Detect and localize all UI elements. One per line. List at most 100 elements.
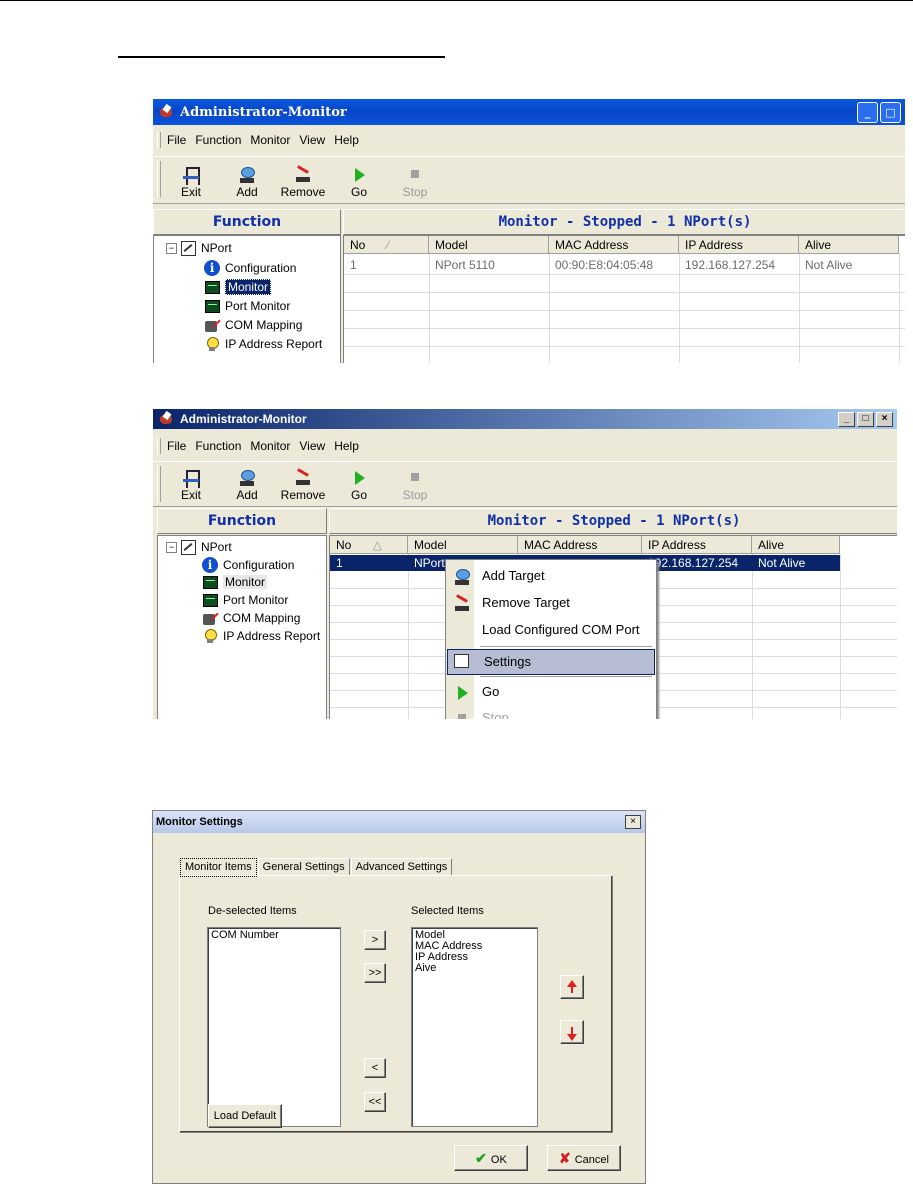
window-title: Administrator-Monitor	[180, 104, 347, 120]
tree-item-monitor[interactable]: Monitor	[204, 279, 272, 295]
cell-model: NPort	[414, 556, 445, 570]
info-icon	[202, 557, 218, 573]
menu-item-remove-target[interactable]: Remove Target	[446, 591, 656, 615]
menu-bar: File Function Monitor View Help	[153, 435, 897, 457]
selected-items-label: Selected Items	[411, 905, 484, 917]
function-tree: −NPort Configuration Monitor Port Monito…	[157, 535, 327, 719]
nport-icon	[180, 240, 196, 256]
selected-items-list[interactable]: Model MAC Address IP Address Aive	[411, 927, 538, 1127]
cell-alive: Not Alive	[805, 258, 853, 272]
tree-item-nport[interactable]: − NPort	[166, 240, 232, 256]
minimize-button[interactable]: _	[857, 102, 878, 123]
nport-icon	[180, 539, 196, 555]
move-left-button[interactable]: <	[364, 1058, 386, 1078]
dialog-close-button[interactable]: ×	[625, 815, 641, 829]
monitor-icon	[204, 279, 220, 295]
move-down-button[interactable]	[560, 1020, 584, 1044]
monitor-items-panel: De-selected Items Selected Items COM Num…	[179, 875, 613, 1133]
column-model[interactable]: Model	[429, 236, 549, 254]
move-all-left-button[interactable]: <<	[364, 1092, 386, 1112]
column-mac-address[interactable]: MAC Address	[518, 536, 642, 554]
column-mac-address[interactable]: MAC Address	[549, 236, 679, 254]
stop-icon	[405, 469, 425, 487]
tree-item-nport[interactable]: − NPort	[166, 539, 232, 555]
tree-item-ip-address-report[interactable]: IP Address Report	[202, 628, 320, 644]
minimize-button[interactable]: _	[838, 412, 855, 427]
exit-button[interactable]: Exit	[163, 469, 219, 502]
monitor-status-header: Monitor - Stopped - 1 NPort(s)	[343, 209, 905, 235]
add-button[interactable]: Add	[219, 166, 275, 199]
close-button[interactable]: ×	[876, 412, 893, 427]
tree-item-port-monitor[interactable]: Port Monitor	[202, 592, 288, 608]
stop-button[interactable]: Stop	[387, 465, 443, 502]
tab-advanced-settings[interactable]: Advanced Settings	[350, 858, 453, 876]
menu-file[interactable]: File	[167, 439, 186, 453]
port-monitor-icon	[204, 298, 220, 314]
load-default-button[interactable]: Load Default	[208, 1104, 282, 1128]
com-mapping-icon	[204, 317, 220, 333]
stop-button[interactable]: Stop	[387, 162, 443, 199]
tree-item-port-monitor[interactable]: Port Monitor	[204, 298, 290, 314]
add-icon	[452, 568, 470, 585]
title-bar[interactable]: Administrator-Monitor _ □ ×	[153, 409, 897, 429]
column-model[interactable]: Model	[408, 536, 518, 554]
menu-item-add-target[interactable]: Add Target	[446, 564, 656, 588]
move-all-right-button[interactable]: >>	[364, 963, 386, 983]
menu-help[interactable]: Help	[334, 439, 359, 453]
menu-function[interactable]: Function	[195, 439, 241, 453]
tab-general-settings[interactable]: General Settings	[257, 858, 350, 876]
tree-item-ip-address-report[interactable]: IP Address Report	[204, 336, 322, 352]
column-alive[interactable]: Alive	[752, 536, 840, 554]
list-item[interactable]: Aive	[415, 963, 534, 974]
list-item[interactable]: COM Number	[211, 930, 337, 941]
remove-button[interactable]: Remove	[275, 166, 331, 199]
cancel-button[interactable]: ✘ Cancel	[547, 1145, 621, 1171]
menu-item-go[interactable]: Go	[446, 680, 656, 704]
maximize-button[interactable]: □	[857, 412, 874, 427]
admin-monitor-window-2: Administrator-Monitor _ □ × File Functio…	[153, 409, 897, 719]
exit-icon	[181, 469, 201, 488]
menu-item-settings[interactable]: Settings	[447, 649, 655, 675]
column-alive[interactable]: Alive	[799, 236, 899, 254]
go-button[interactable]: Go	[331, 469, 387, 502]
column-ip-address[interactable]: IP Address	[679, 236, 799, 254]
menu-monitor[interactable]: Monitor	[250, 133, 290, 147]
menu-help[interactable]: Help	[334, 133, 359, 147]
remove-button[interactable]: Remove	[275, 469, 331, 502]
cell-model: NPort 5110	[435, 258, 495, 272]
toolbar: Exit Add Remove Go Stop	[153, 461, 897, 507]
menu-file[interactable]: File	[167, 133, 186, 147]
tree-item-configuration[interactable]: Configuration	[204, 260, 296, 276]
move-up-button[interactable]	[560, 975, 584, 999]
ok-button[interactable]: ✔ OK	[454, 1145, 528, 1171]
exit-button[interactable]: Exit	[163, 166, 219, 199]
stop-icon	[452, 710, 468, 719]
maximize-button[interactable]: □	[880, 102, 901, 123]
column-no[interactable]: No △	[330, 536, 408, 554]
heading-underline	[118, 56, 445, 58]
go-button[interactable]: Go	[331, 166, 387, 199]
menu-monitor[interactable]: Monitor	[250, 439, 290, 453]
com-mapping-icon	[202, 610, 218, 626]
toolbar: Exit Add Remove Go Stop	[153, 156, 905, 204]
title-bar[interactable]: Administrator-Monitor _ □	[153, 99, 905, 125]
menu-item-load-configured-com-port[interactable]: Load Configured COM Port	[446, 618, 656, 642]
cell-no: 1	[350, 258, 357, 272]
menu-view[interactable]: View	[299, 133, 325, 147]
tree-item-com-mapping[interactable]: COM Mapping	[202, 610, 300, 626]
tree-item-monitor[interactable]: Monitor	[202, 574, 268, 590]
menu-item-stop[interactable]: Stop	[446, 706, 656, 719]
menu-view[interactable]: View	[299, 439, 325, 453]
add-button[interactable]: Add	[219, 469, 275, 502]
column-ip-address[interactable]: IP Address	[642, 536, 752, 554]
tree-item-com-mapping[interactable]: COM Mapping	[204, 317, 302, 333]
cross-icon: ✘	[559, 1150, 571, 1166]
deselected-items-list[interactable]: COM Number	[207, 927, 341, 1127]
add-icon	[237, 469, 257, 487]
move-right-button[interactable]: >	[364, 930, 386, 950]
cell-mac: 00:90:E8:04:05:48	[555, 258, 654, 272]
function-header: Function	[157, 508, 327, 534]
column-no[interactable]: No ∕	[344, 236, 429, 254]
menu-function[interactable]: Function	[195, 133, 241, 147]
tree-item-configuration[interactable]: Configuration	[202, 557, 294, 573]
